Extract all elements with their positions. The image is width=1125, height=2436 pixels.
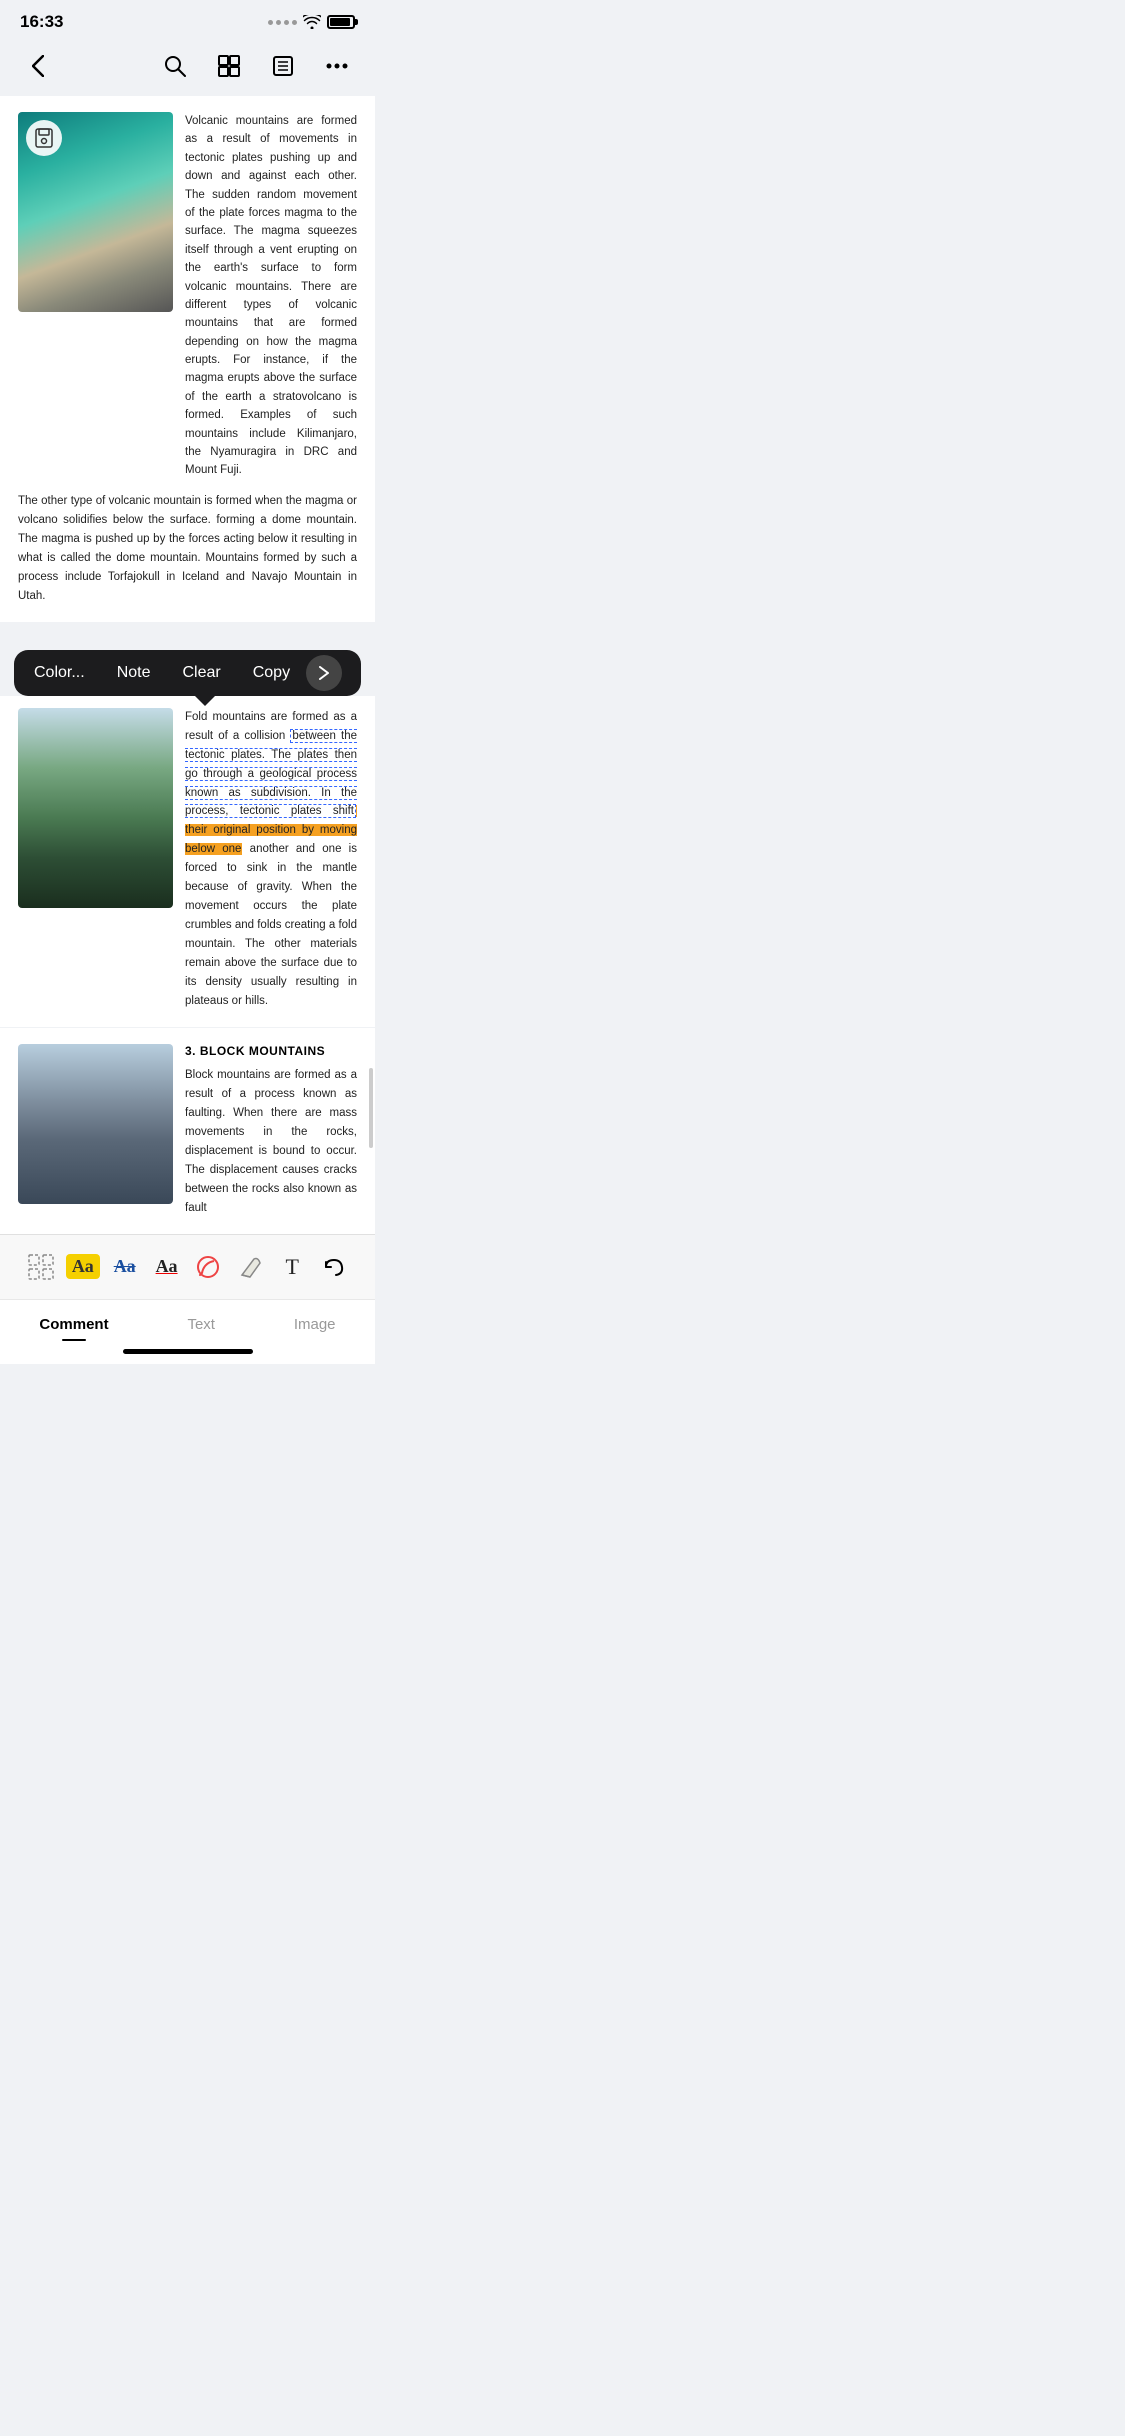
article-section-1: Volcanic mountains are formed as a resul… [0,96,375,622]
back-button[interactable] [20,48,56,84]
context-menu-clear[interactable]: Clear [166,650,236,696]
mountain-image-1 [18,708,173,908]
tab-active-indicator [62,1339,86,1341]
highlight-yellow-tool[interactable]: Aa [62,1245,104,1289]
signal-icon [268,20,297,25]
tab-image[interactable]: Image [274,1312,356,1337]
section-gap-1 [0,622,375,640]
status-icons [268,15,355,29]
save-badge[interactable] [26,120,62,156]
article-image-1-wrap [18,112,173,480]
eraser-tool[interactable] [229,1245,271,1289]
grid-button[interactable] [211,48,247,84]
wifi-icon [303,15,321,29]
fold-text-highlighted-dashed: between the tectonic plates. The plates … [185,729,357,819]
search-button[interactable] [157,48,193,84]
more-button[interactable] [319,48,355,84]
article-section-2: Fold mountains are formed as a result of… [0,696,375,1028]
section-3-heading: 3. BLOCK MOUNTAINS [185,1044,357,1058]
bottom-tabs: Comment Text Image [0,1299,375,1341]
context-menu: Color... Note Clear Copy [14,650,361,696]
toolbar-right [157,48,355,84]
home-indicator [0,1341,375,1364]
block-mountain-image [18,1044,173,1204]
text-tool[interactable]: T [271,1245,313,1289]
context-menu-copy[interactable]: Copy [237,650,306,696]
article-section-3: 3. BLOCK MOUNTAINS Block mountains are f… [0,1027,375,1234]
fold-text-after: another and one is forced to sink in the… [185,843,357,1007]
selection-tool[interactable] [20,1245,62,1289]
tab-comment[interactable]: Comment [19,1312,128,1337]
marker-tool[interactable] [188,1245,230,1289]
status-time: 16:33 [20,12,63,32]
scroll-indicator[interactable] [369,1068,373,1148]
context-menu-area: Color... Note Clear Copy [0,640,375,696]
section-3-content: 3. BLOCK MOUNTAINS Block mountains are f… [185,1044,357,1218]
battery-icon [327,15,355,29]
context-menu-note[interactable]: Note [101,650,167,696]
section-3-body: Block mountains are formed as a result o… [185,1066,357,1218]
home-bar [123,1349,253,1354]
article-text-1: Volcanic mountains are formed as a resul… [185,112,357,480]
context-menu-color[interactable]: Color... [18,650,101,696]
highlight-strikethrough-tool[interactable]: Aa [104,1245,146,1289]
top-toolbar [0,40,375,96]
status-bar: 16:33 [0,0,375,40]
context-menu-more[interactable] [306,655,342,691]
fold-text: Fold mountains are formed as a result of… [185,708,357,1012]
underline-tool[interactable]: Aa [146,1245,188,1289]
article-text-2: The other type of volcanic mountain is f… [18,492,357,606]
undo-tool[interactable] [313,1245,355,1289]
list-button[interactable] [265,48,301,84]
bottom-toolbar: Aa Aa Aa T [0,1234,375,1299]
tab-text[interactable]: Text [167,1312,235,1337]
